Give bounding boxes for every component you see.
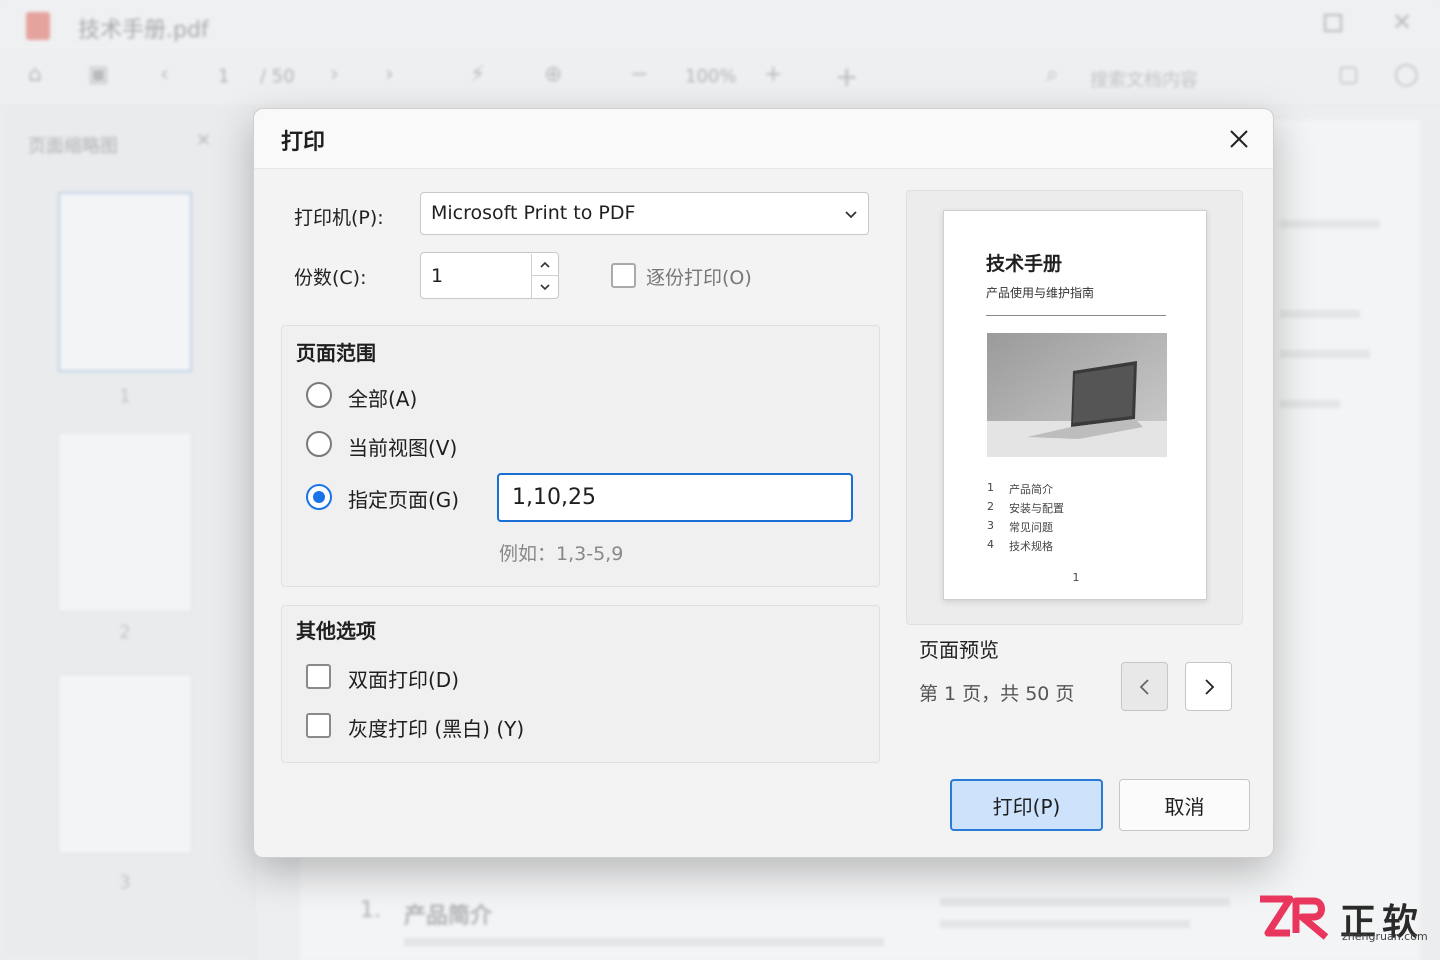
- preview-frame: 技术手册 产品使用与维护指南 1 产品简介 2 安装与配置 3 常见问题 4 技…: [906, 190, 1243, 625]
- pages-input[interactable]: 1,10,25: [497, 473, 853, 522]
- close-dialog-button[interactable]: [1221, 121, 1257, 157]
- page-range-title: 页面范围: [296, 341, 376, 365]
- document-scrollbar[interactable]: [1420, 120, 1440, 960]
- collate-checkbox[interactable]: [611, 263, 636, 288]
- radio-current-view[interactable]: [306, 431, 332, 457]
- thumbnail-label: 1: [119, 386, 131, 407]
- preview-divider: [986, 315, 1166, 316]
- panel-icon[interactable]: ▢: [1338, 62, 1359, 87]
- other-options-group: 其他选项 双面打印(D) 灰度打印 (黑白) (Y): [281, 605, 880, 763]
- preview-page-title: 技术手册: [986, 253, 1063, 275]
- sidebar-close-icon[interactable]: ✕: [196, 130, 211, 151]
- window-titlebar: 技术手册.pdf ✕: [0, 0, 1440, 50]
- option-all-pages[interactable]: 全部(A): [348, 383, 417, 412]
- preview-page-number: 1: [1072, 571, 1080, 584]
- pages-hint: 例如：1,3-5,9: [499, 543, 624, 565]
- chevron-down-icon: [540, 284, 550, 291]
- toc-number: 1: [987, 481, 994, 494]
- grayscale-label[interactable]: 灰度打印 (黑白) (Y): [348, 713, 524, 742]
- preview-label: 页面预览: [919, 638, 999, 662]
- printer-select[interactable]: Microsoft Print to PDF: [420, 192, 869, 235]
- dialog-title: 打印: [281, 130, 326, 155]
- option-current-view[interactable]: 当前视图(V): [348, 432, 457, 461]
- zr-logo-icon: [1260, 895, 1329, 940]
- window-title: 技术手册.pdf: [78, 18, 209, 43]
- cancel-button[interactable]: 取消: [1119, 779, 1250, 831]
- chevron-right-icon: [1204, 678, 1214, 695]
- copies-stepper[interactable]: 1: [420, 252, 559, 299]
- radio-all-pages[interactable]: [306, 382, 332, 408]
- chevron-left-icon[interactable]: ‹: [160, 62, 169, 87]
- main-toolbar: ⌂ ▣ ‹ 1 / 50 › › ⚡ ⊕ − 100% + + ⌕ 搜索文档内容…: [0, 50, 1440, 106]
- restore-window-icon[interactable]: [1324, 14, 1342, 32]
- lightning-icon[interactable]: ⚡: [470, 62, 485, 87]
- duplex-label[interactable]: 双面打印(D): [348, 664, 459, 693]
- section-title: 产品简介: [404, 904, 493, 929]
- chevron-right-icon[interactable]: ›: [330, 62, 339, 87]
- user-icon[interactable]: ◯: [1394, 62, 1419, 87]
- chevron-up-icon: [540, 261, 550, 268]
- page-number-input[interactable]: 1: [218, 66, 229, 87]
- chevron-left-icon: [1139, 678, 1149, 695]
- dialog-header: 打印: [254, 109, 1273, 169]
- last-page-icon[interactable]: ›: [385, 62, 394, 87]
- watermark-url: zhengruan.com: [1342, 930, 1428, 943]
- preview-page-subtitle: 产品使用与维护指南: [986, 286, 1095, 300]
- previous-page-button[interactable]: [1121, 662, 1168, 711]
- print-button[interactable]: 打印(P): [950, 779, 1103, 831]
- next-page-button[interactable]: [1185, 662, 1232, 711]
- preview-page-info: 第 1 页，共 50 页: [919, 683, 1075, 705]
- close-window-icon[interactable]: ✕: [1392, 8, 1412, 36]
- zoom-out-icon[interactable]: −: [630, 62, 648, 87]
- print-dialog: 打印 打印机(P): Microsoft Print to PDF 份数(C):…: [253, 108, 1274, 858]
- thumbnail-sidebar: 页面缩略图 ✕ 1 2 3: [0, 106, 255, 960]
- option-specific-pages[interactable]: 指定页面(G): [348, 484, 459, 513]
- copies-decrement-button[interactable]: [531, 276, 558, 298]
- page-range-group: 页面范围 全部(A) 当前视图(V) 指定页面(G) 1,10,25 例如：1,…: [281, 325, 880, 587]
- other-options-title: 其他选项: [296, 619, 376, 643]
- pages-value: 1,10,25: [512, 485, 596, 510]
- thumbnail-page-2[interactable]: [58, 432, 192, 612]
- copies-increment-button[interactable]: [531, 254, 558, 276]
- save-icon[interactable]: ▣: [88, 62, 109, 87]
- thumbnail-page-3[interactable]: [58, 674, 192, 854]
- toc-entry: 常见问题: [1009, 521, 1053, 534]
- add-icon[interactable]: +: [835, 60, 858, 93]
- toc-number: 4: [987, 538, 994, 551]
- collate-label: 逐份打印(O): [646, 267, 752, 289]
- close-icon: [1230, 130, 1248, 148]
- home-icon[interactable]: ⌂: [28, 62, 42, 87]
- thumbnail-page-1[interactable]: [58, 192, 192, 372]
- grayscale-checkbox[interactable]: [306, 713, 331, 738]
- toc-entry: 安装与配置: [1009, 502, 1064, 515]
- zoom-in-circle-icon[interactable]: ⊕: [544, 62, 562, 87]
- search-icon[interactable]: ⌕: [1046, 62, 1058, 87]
- printer-value: Microsoft Print to PDF: [431, 202, 636, 224]
- watermark-logo: 正软 zhengruan.com: [1256, 893, 1436, 953]
- thumbnail-label: 2: [119, 622, 131, 643]
- plus-icon[interactable]: +: [764, 62, 782, 87]
- copies-value: 1: [431, 265, 444, 287]
- toc-entry: 技术规格: [1009, 540, 1053, 553]
- duplex-checkbox[interactable]: [306, 664, 331, 689]
- section-number: 1.: [360, 898, 381, 923]
- chevron-down-icon: [845, 211, 857, 219]
- toc-entry: 产品简介: [1009, 483, 1053, 496]
- laptop-photo: [987, 333, 1167, 457]
- copies-label: 份数(C):: [294, 267, 367, 289]
- thumbnail-label: 3: [119, 872, 131, 893]
- zoom-level[interactable]: 100%: [685, 66, 736, 87]
- pdf-file-icon: [26, 12, 50, 40]
- toc-number: 2: [987, 500, 994, 513]
- page-total: / 50: [260, 66, 295, 87]
- preview-page: 技术手册 产品使用与维护指南 1 产品简介 2 安装与配置 3 常见问题 4 技…: [943, 210, 1207, 600]
- sidebar-title: 页面缩略图: [28, 136, 118, 157]
- radio-specific-pages[interactable]: [306, 484, 332, 510]
- printer-label: 打印机(P):: [294, 207, 384, 229]
- toc-number: 3: [987, 519, 994, 532]
- search-input[interactable]: 搜索文档内容: [1090, 66, 1198, 92]
